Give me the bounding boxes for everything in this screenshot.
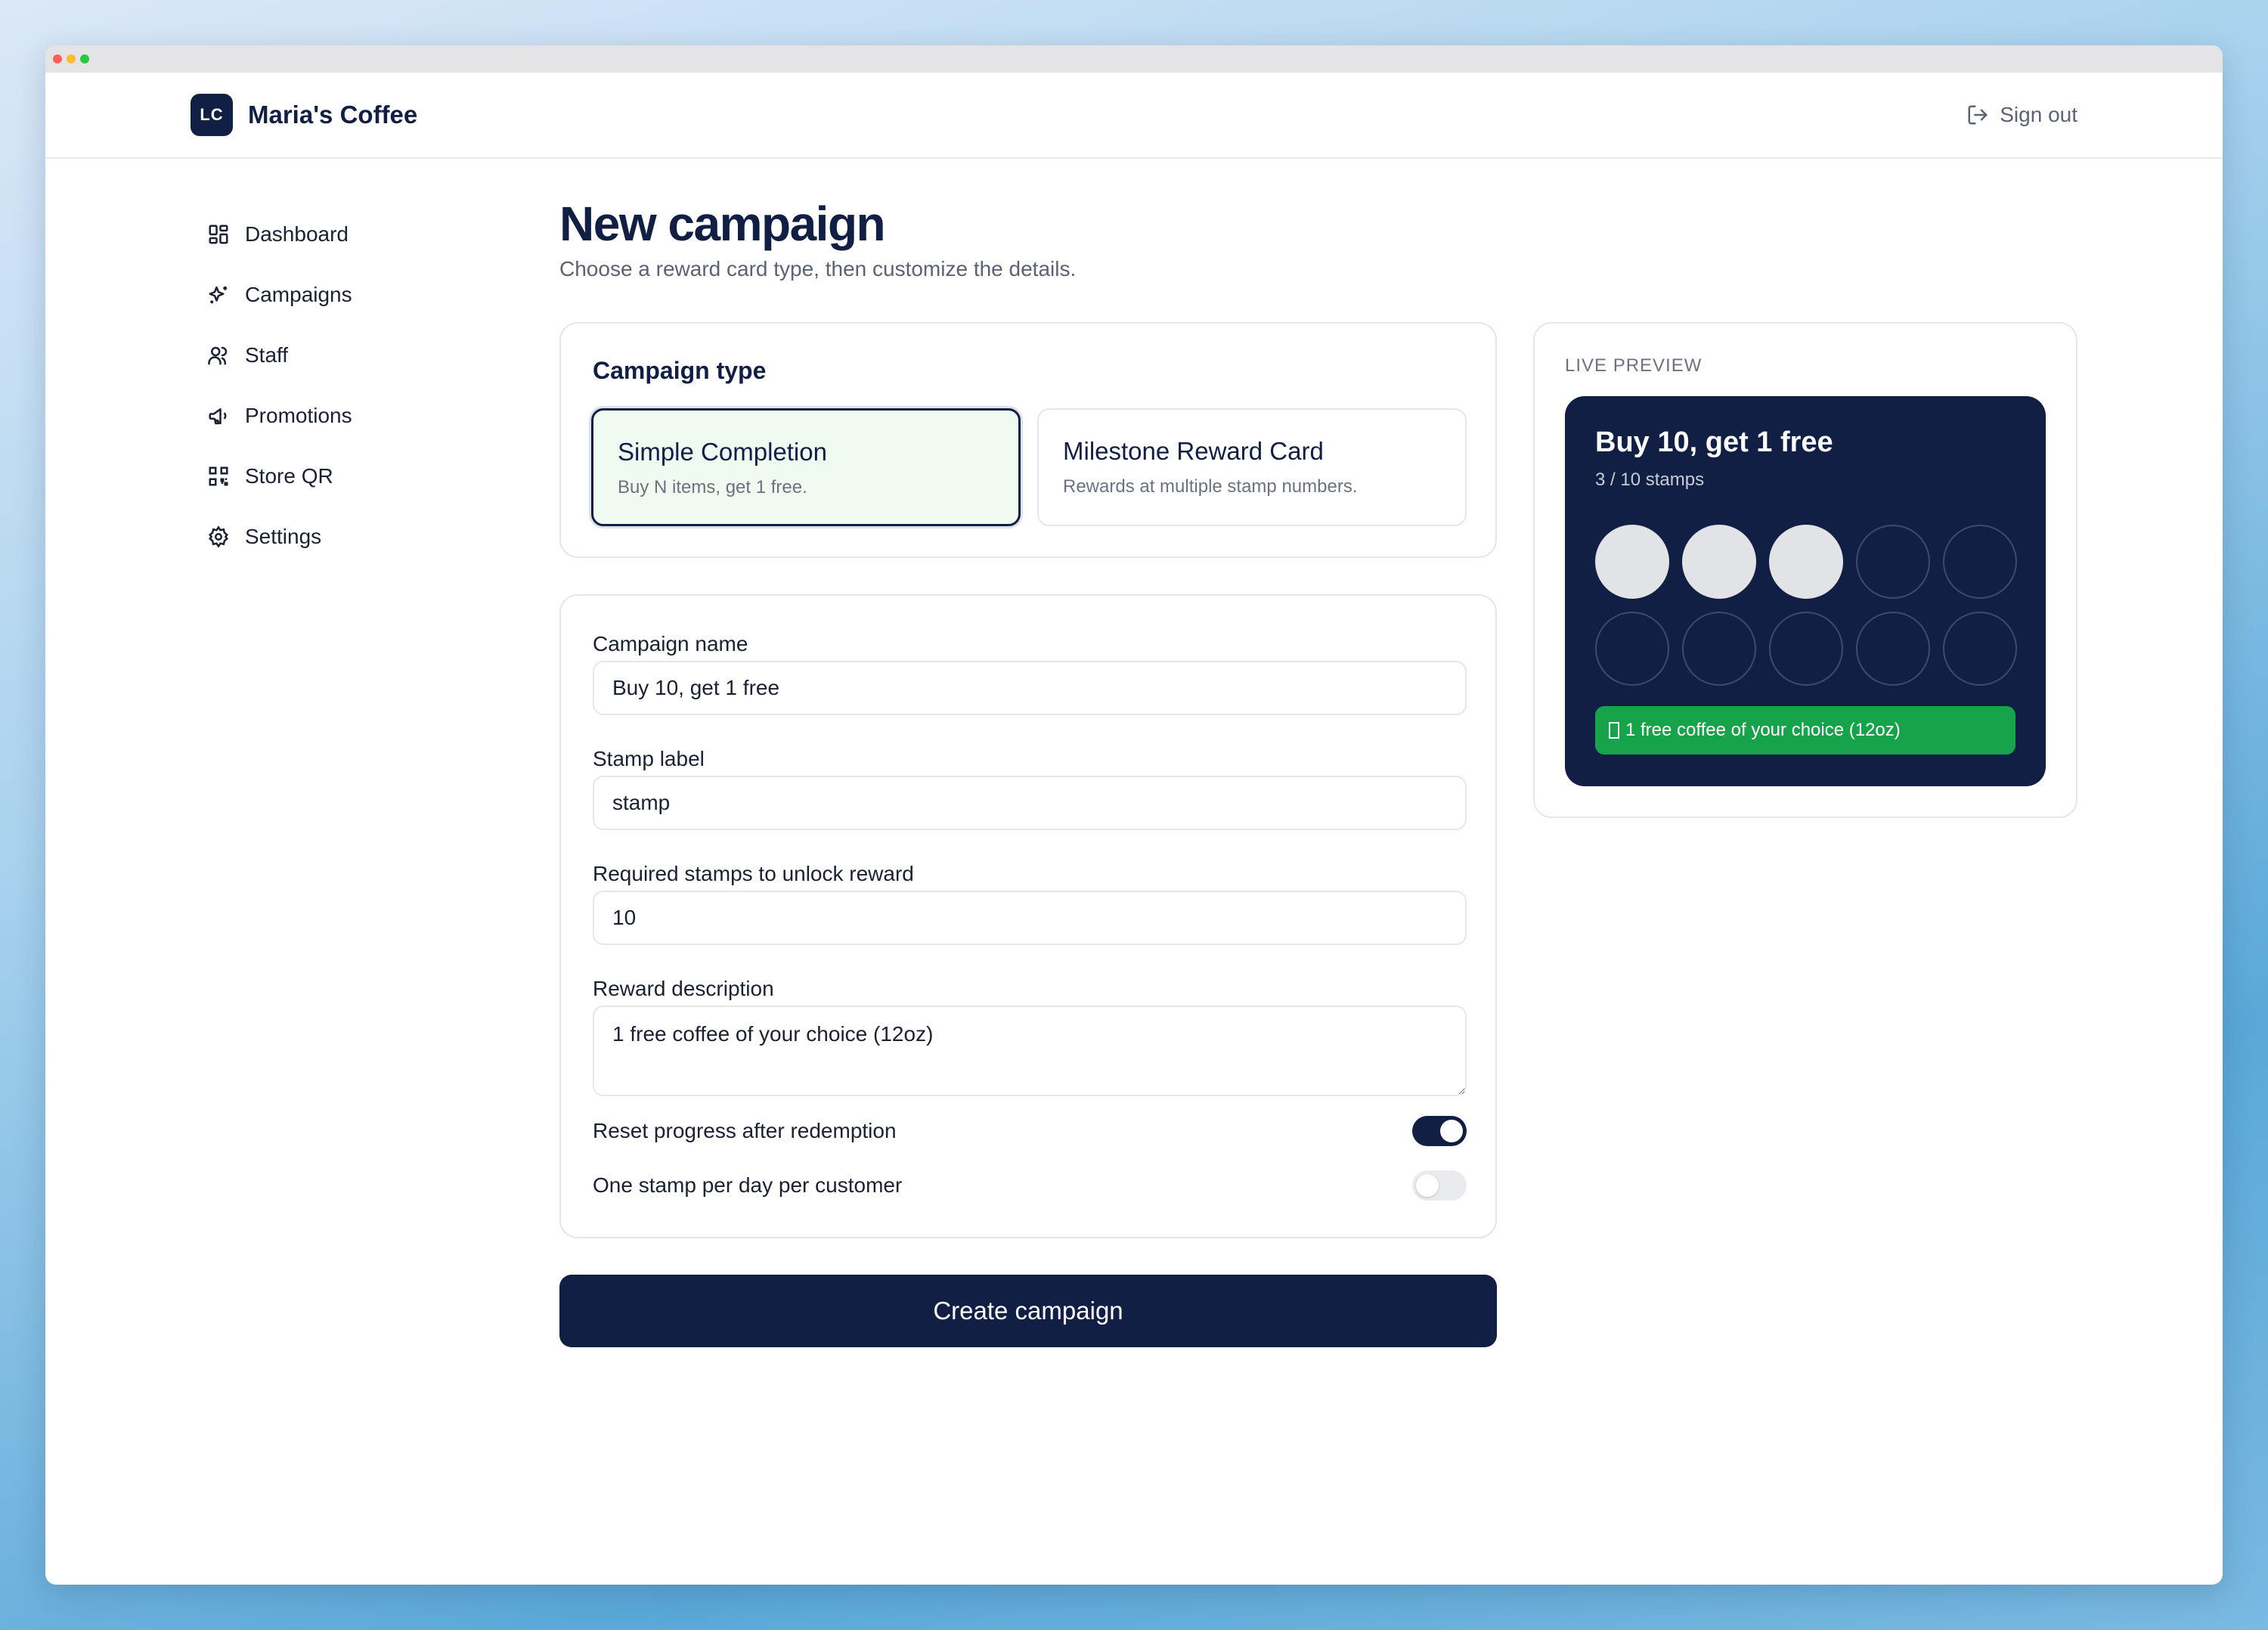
stamp-empty [1943, 525, 2017, 599]
campaign-type-milestone-reward[interactable]: Milestone Reward Card Rewards at multipl… [1037, 408, 1467, 526]
stamp-empty [1943, 612, 2017, 686]
qr-code-icon [209, 466, 228, 486]
reward-badge: 1 free coffee of your choice (12oz) [1595, 706, 2015, 755]
sidebar-item-dashboard[interactable]: Dashboard [207, 204, 510, 265]
stamp-empty [1856, 525, 1930, 599]
stamp-empty [1682, 612, 1756, 686]
brand[interactable]: LC Maria's Coffee [191, 94, 417, 136]
sidebar-item-label: Settings [245, 525, 322, 548]
sidebar-item-campaigns[interactable]: Campaigns [207, 265, 510, 325]
sidebar-item-label: Promotions [245, 404, 352, 427]
sign-out-label: Sign out [2000, 103, 2077, 126]
option-description: Buy N items, get 1 free. [618, 477, 807, 497]
stamp-progress-text: 3 / 10 stamps [1595, 469, 1705, 490]
reset-progress-row: Reset progress after redemption [593, 1114, 1467, 1148]
campaign-type-simple-completion[interactable]: Simple Completion Buy N items, get 1 fre… [591, 408, 1021, 526]
page-header: New campaign Choose a reward card type, … [559, 194, 1497, 281]
maximize-window-button[interactable] [80, 54, 89, 64]
reward-description-textarea[interactable]: 1 free coffee of your choice (12oz) [593, 1006, 1467, 1096]
sidebar-item-label: Staff [245, 343, 289, 367]
sign-out-icon [1968, 105, 1988, 125]
live-preview-panel: LIVE PREVIEW Buy 10, get 1 free 3 / 10 s… [1533, 322, 2077, 818]
option-description: Rewards at multiple stamp numbers. [1063, 476, 1358, 497]
gear-icon [209, 525, 228, 548]
stamp-label-input[interactable] [593, 776, 1467, 830]
brand-logo: LC [191, 94, 233, 136]
sign-out-button[interactable]: Sign out [1966, 103, 2077, 127]
sidebar-item-label: Campaigns [245, 283, 352, 306]
gift-icon [1609, 722, 1619, 739]
sidebar-item-promotions[interactable]: Promotions [207, 386, 510, 446]
page-subtitle: Choose a reward card type, then customiz… [559, 257, 1077, 280]
megaphone-icon [209, 408, 227, 425]
sidebar-item-label: Dashboard [245, 222, 349, 246]
live-preview-label: LIVE PREVIEW [1565, 355, 1703, 376]
required-stamps-input[interactable] [593, 891, 1467, 945]
dashboard-icon [209, 225, 228, 244]
toggle-knob [1440, 1120, 1463, 1142]
sidebar-item-label: Store QR [245, 464, 333, 488]
top-navbar: LC Maria's Coffee Sign out [45, 73, 2223, 159]
campaign-type-card: Campaign type Simple Completion Buy N it… [559, 322, 1497, 558]
page-title: New campaign [559, 197, 886, 251]
option-title: Simple Completion [618, 438, 827, 466]
stamp-filled [1682, 525, 1756, 599]
sidebar-item-staff[interactable]: Staff [207, 325, 510, 386]
stamp-card-title: Buy 10, get 1 free [1595, 426, 1833, 458]
option-title: Milestone Reward Card [1063, 437, 1324, 465]
one-stamp-per-day-toggle[interactable] [1412, 1170, 1467, 1201]
stamp-empty [1769, 612, 1843, 686]
one-stamp-per-day-label: One stamp per day per customer [593, 1173, 903, 1197]
stamp-card-preview: Buy 10, get 1 free 3 / 10 stamps 1 free … [1565, 396, 2046, 786]
users-icon [208, 346, 228, 365]
reward-description-label: Reward description [593, 977, 774, 1000]
close-window-button[interactable] [53, 54, 62, 64]
create-campaign-button[interactable]: Create campaign [559, 1275, 1497, 1347]
toggle-knob [1416, 1174, 1439, 1197]
campaign-details-form: Campaign name Stamp label Required stamp… [559, 594, 1497, 1238]
campaign-name-input[interactable] [593, 661, 1467, 715]
stamp-filled [1769, 525, 1843, 599]
app-window: LC Maria's Coffee Sign out Dashboard Cam… [45, 45, 2223, 1585]
sidebar: Dashboard Campaigns Staff Promotions Sto… [207, 204, 510, 567]
stamp-empty [1856, 612, 1930, 686]
minimize-window-button[interactable] [67, 54, 76, 64]
window-titlebar [45, 45, 2223, 73]
sidebar-item-settings[interactable]: Settings [207, 507, 510, 567]
stamp-label-label: Stamp label [593, 747, 705, 770]
reset-progress-label: Reset progress after redemption [593, 1119, 897, 1142]
one-stamp-per-day-row: One stamp per day per customer [593, 1169, 1467, 1202]
campaign-type-heading: Campaign type [593, 357, 767, 384]
sparkle-icon [209, 286, 228, 304]
required-stamps-label: Required stamps to unlock reward [593, 862, 914, 885]
sidebar-item-store-qr[interactable]: Store QR [207, 446, 510, 507]
stamp-filled [1595, 525, 1669, 599]
campaign-name-label: Campaign name [593, 632, 748, 655]
reward-text: 1 free coffee of your choice (12oz) [1625, 720, 1901, 740]
stamp-empty [1595, 612, 1669, 686]
reset-progress-toggle[interactable] [1412, 1116, 1467, 1146]
brand-name: Maria's Coffee [248, 101, 418, 129]
